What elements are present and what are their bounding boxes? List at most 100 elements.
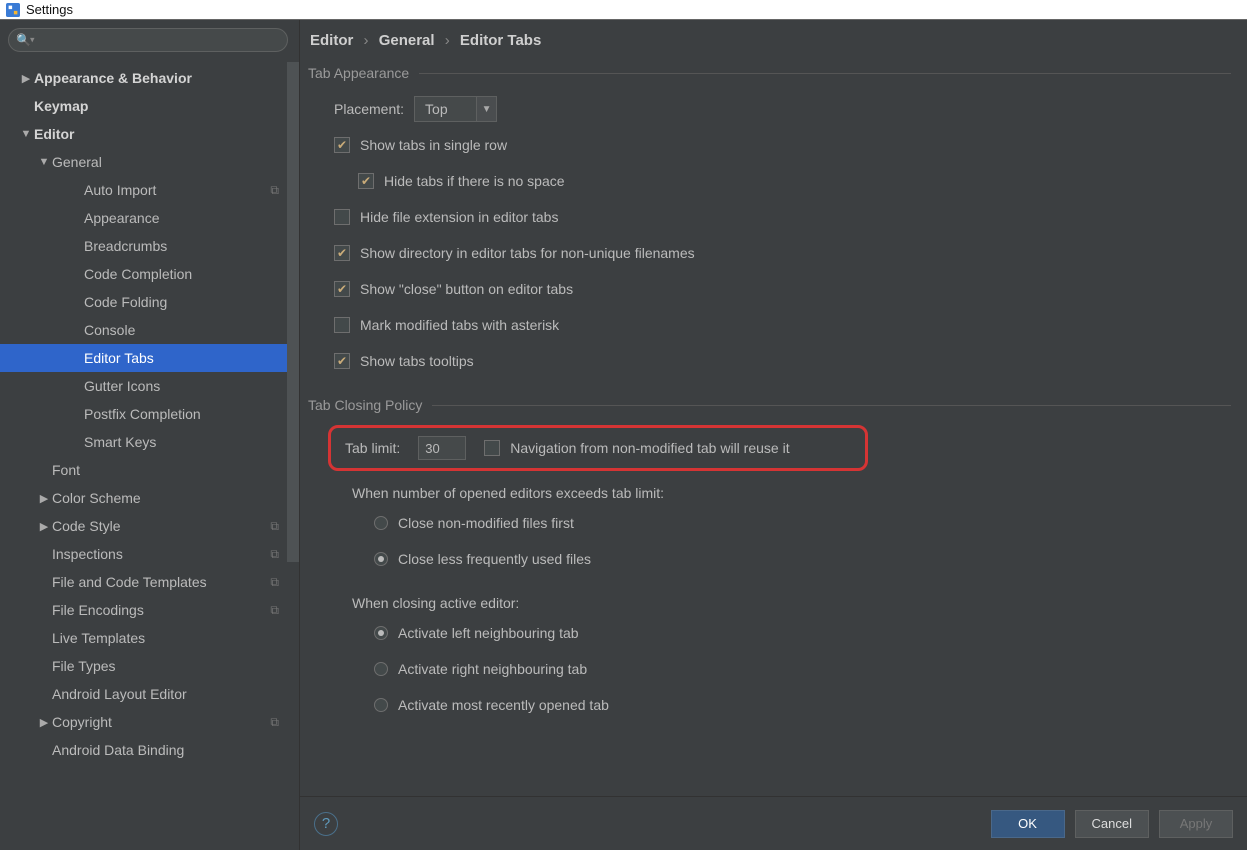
tree-item-label: Live Templates (52, 630, 145, 646)
tree-item-copyright[interactable]: ▶Copyright ⧉ (0, 708, 299, 736)
sidebar-scrollbar[interactable] (287, 62, 299, 562)
tree-item-label: General (52, 154, 102, 170)
checkbox-label: Show "close" button on editor tabs (360, 281, 573, 297)
checkbox-label: Hide tabs if there is no space (384, 173, 565, 189)
checkbox[interactable] (334, 245, 350, 261)
tree-item-code-completion[interactable]: Code Completion (0, 260, 299, 288)
tree-item-appearance[interactable]: Appearance (0, 204, 299, 232)
tree-item-android-data-binding[interactable]: Android Data Binding (0, 736, 299, 764)
tree-item-label: File Types (52, 658, 116, 674)
radio[interactable] (374, 698, 388, 712)
tree-item-live-templates[interactable]: Live Templates (0, 624, 299, 652)
section-title-closing: Tab Closing Policy (306, 393, 1231, 417)
radio[interactable] (374, 662, 388, 676)
tree-item-postfix-completion[interactable]: Postfix Completion (0, 400, 299, 428)
chevron-down-icon[interactable]: ▼ (477, 96, 497, 122)
tree-item-label: Smart Keys (84, 434, 156, 450)
checkbox-label: Mark modified tabs with asterisk (360, 317, 559, 333)
tree-item-code-folding[interactable]: Code Folding (0, 288, 299, 316)
tree-item-inspections[interactable]: Inspections⧉ (0, 540, 299, 568)
tree-item-smart-keys[interactable]: Smart Keys (0, 428, 299, 456)
section-divider (419, 73, 1231, 74)
radio[interactable] (374, 516, 388, 530)
breadcrumb: Editor › General › Editor Tabs (300, 20, 1247, 61)
tree-item-label: Keymap (34, 98, 88, 114)
radio-label: Activate left neighbouring tab (398, 625, 579, 641)
checkbox[interactable] (334, 137, 350, 153)
breadcrumb-1[interactable]: Editor (310, 32, 353, 49)
checkbox[interactable] (334, 209, 350, 225)
tree-item-label: Breadcrumbs (84, 238, 167, 254)
settings-sidebar: 🔍 ▾ ▶Appearance & BehaviorKeymap▼Editor▼… (0, 20, 300, 850)
checkbox[interactable] (334, 281, 350, 297)
checkbox[interactable] (334, 317, 350, 333)
checkbox-label: Hide file extension in editor tabs (360, 209, 558, 225)
tree-item-console[interactable]: Console (0, 316, 299, 344)
tree-item-breadcrumbs[interactable]: Breadcrumbs (0, 232, 299, 260)
tree-item-label: File Encodings (52, 602, 144, 618)
expand-icon[interactable]: ▼ (36, 156, 52, 168)
settings-main: Editor › General › Editor Tabs Tab Appea… (300, 20, 1247, 850)
checkbox-label: Show tabs tooltips (360, 353, 474, 369)
apply-button[interactable]: Apply (1159, 810, 1233, 838)
expand-icon[interactable]: ▶ (36, 520, 52, 533)
cancel-button[interactable]: Cancel (1075, 810, 1149, 838)
close-active-label: When closing active editor: (334, 577, 1231, 615)
radio-label: Activate right neighbouring tab (398, 661, 587, 677)
expand-icon[interactable]: ▶ (18, 72, 34, 85)
breadcrumb-2[interactable]: General (379, 32, 435, 49)
search-icon: 🔍 (16, 33, 31, 47)
tree-item-label: File and Code Templates (52, 574, 207, 590)
search-dropdown-icon[interactable]: ▾ (30, 35, 35, 46)
tree-item-file-encodings[interactable]: File Encodings⧉ (0, 596, 299, 624)
expand-icon[interactable]: ▼ (18, 128, 34, 140)
expand-icon[interactable]: ▶ (36, 716, 52, 729)
tab-limit-highlight: Tab limit: Navigation from non-modified … (328, 425, 868, 471)
breadcrumb-sep: › (445, 32, 450, 49)
tree-item-label: Gutter Icons (84, 378, 160, 394)
tree-item-label: Code Completion (84, 266, 192, 282)
tree-item-label: Copyright (52, 714, 112, 730)
ok-button[interactable]: OK (991, 810, 1065, 838)
project-badge-icon: ⧉ (270, 519, 279, 534)
project-badge-icon: ⧉ (270, 715, 279, 730)
tree-item-label: Inspections (52, 546, 123, 562)
settings-tree[interactable]: ▶Appearance & BehaviorKeymap▼Editor▼Gene… (0, 58, 299, 850)
tree-item-label: Font (52, 462, 80, 478)
tree-item-editor[interactable]: ▼Editor (0, 120, 299, 148)
tree-item-keymap[interactable]: Keymap (0, 92, 299, 120)
radio[interactable] (374, 626, 388, 640)
window-title: Settings (26, 2, 73, 17)
tree-item-label: Console (84, 322, 135, 338)
tree-item-gutter-icons[interactable]: Gutter Icons (0, 372, 299, 400)
checkbox[interactable] (334, 353, 350, 369)
tree-item-code-style[interactable]: ▶Code Style⧉ (0, 512, 299, 540)
checkbox[interactable] (358, 173, 374, 189)
tree-item-appearance-behavior[interactable]: ▶Appearance & Behavior (0, 64, 299, 92)
tree-item-font[interactable]: Font (0, 456, 299, 484)
expand-icon[interactable]: ▶ (36, 492, 52, 505)
tree-item-auto-import[interactable]: Auto Import ⧉ (0, 176, 299, 204)
reuse-tab-checkbox[interactable] (484, 440, 500, 456)
tree-item-label: Auto Import (84, 182, 156, 198)
tree-item-file-and-code-templates[interactable]: File and Code Templates⧉ (0, 568, 299, 596)
project-badge-icon: ⧉ (270, 183, 279, 198)
tree-item-file-types[interactable]: File Types (0, 652, 299, 680)
radio[interactable] (374, 552, 388, 566)
dialog-footer: ? OK Cancel Apply (300, 796, 1247, 850)
tab-limit-label: Tab limit: (345, 440, 400, 456)
tab-limit-input[interactable] (418, 436, 466, 460)
section-title-text: Tab Appearance (308, 65, 409, 81)
settings-search-input[interactable] (8, 28, 288, 52)
tree-item-color-scheme[interactable]: ▶Color Scheme (0, 484, 299, 512)
help-icon[interactable]: ? (314, 812, 338, 836)
tree-item-general[interactable]: ▼General (0, 148, 299, 176)
placement-select[interactable]: Top ▼ (414, 96, 497, 122)
breadcrumb-3: Editor Tabs (460, 32, 541, 49)
tree-item-android-layout-editor[interactable]: Android Layout Editor (0, 680, 299, 708)
app-icon (6, 3, 20, 17)
settings-content: Tab Appearance Placement: Top ▼ Show tab… (300, 61, 1247, 796)
tree-item-editor-tabs[interactable]: Editor Tabs (0, 344, 299, 372)
exceed-label: When number of opened editors exceeds ta… (334, 477, 1231, 505)
tree-item-label: Android Layout Editor (52, 686, 187, 702)
